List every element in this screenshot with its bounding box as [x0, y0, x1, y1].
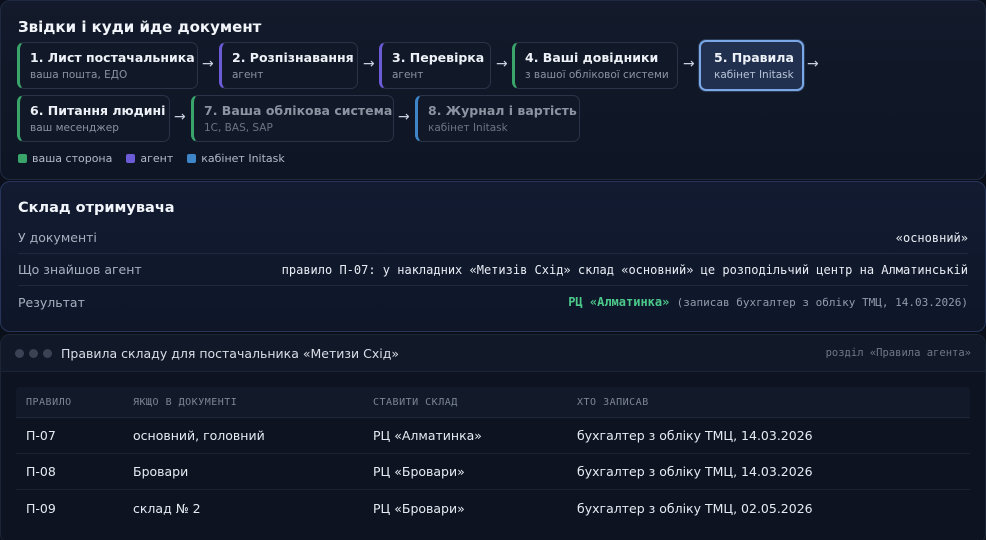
cell-rule-id: П-08: [26, 464, 56, 479]
step-title: 3. Перевірка: [392, 50, 485, 65]
document-flow-panel: Звідки і куди йде документ 1. Лист поста…: [0, 0, 986, 180]
cell-warehouse: РЦ «Бровари»: [373, 500, 465, 516]
column-header-condition: ЯКЩО В ДОКУМЕНТІ: [133, 396, 238, 408]
legend-swatch-purple: [126, 154, 136, 163]
cell-condition: склад № 2: [133, 500, 201, 516]
column-header-author: ХТО ЗАПИСАВ: [577, 396, 649, 408]
legend-swatch-blue: [187, 154, 197, 163]
window-titlebar: Правила складу для постачальника «Метизи…: [1, 335, 985, 372]
legend-label: агент: [140, 152, 174, 165]
section-link[interactable]: розділ «Правила агента»: [826, 347, 971, 359]
cell-condition: основний, головний: [133, 428, 265, 443]
flow-arrow-icon: →: [807, 56, 819, 72]
flow-arrow-icon: →: [398, 109, 410, 125]
flow-step-accounting-system[interactable]: 7. Ваша облікова система 1С, BAS, SAP: [191, 95, 394, 142]
flow-arrow-icon: →: [683, 56, 695, 72]
window-title: Правила складу для постачальника «Метизи…: [61, 346, 399, 361]
step-subtitle: ваш месенджер: [30, 122, 119, 134]
step-title: 8. Журнал і вартість: [428, 103, 577, 118]
field-value: «основний»: [895, 230, 968, 245]
field-label: Що знайшов агент: [18, 262, 142, 277]
window-dot-icon: [43, 349, 52, 358]
step-subtitle: ваша пошта, ЕДО: [30, 69, 128, 81]
step-subtitle: агент: [232, 69, 264, 81]
legend-item-your-side: ваша сторона: [18, 152, 112, 165]
column-header-rule: ПРАВИЛО: [26, 396, 72, 408]
cell-author: бухгалтер з обліку ТМЦ, 14.03.2026: [577, 464, 813, 479]
field-agent-found: Що знайшов агент правило П-07: у накладн…: [18, 254, 968, 286]
cell-condition: Бровари: [133, 464, 189, 479]
flow-step-your-references[interactable]: 4. Ваші довідники з вашої облікової сист…: [512, 42, 678, 89]
step-subtitle: 1С, BAS, SAP: [204, 122, 273, 134]
field-value: правило П-07: у накладних «Метизів Схід»…: [281, 262, 968, 277]
flow-step-recognition[interactable]: 2. Розпізнавання агент: [219, 42, 358, 89]
cell-warehouse: РЦ «Бровари»: [373, 464, 465, 479]
legend-item-agent: агент: [126, 152, 173, 165]
step-subtitle: кабінет Initask: [428, 122, 508, 134]
step-title: 1. Лист постачальника: [30, 50, 195, 65]
step-subtitle: агент: [392, 69, 424, 81]
step-title: 5. Правила: [714, 50, 794, 65]
cell-rule-id: П-09: [26, 500, 56, 516]
flow-legend: ваша сторона агент кабінет Initask: [18, 152, 299, 165]
flow-arrow-icon: →: [174, 109, 186, 125]
step-subtitle: кабінет Initask: [714, 69, 794, 81]
step-title: 6. Питання людині: [30, 103, 166, 118]
cell-author: бухгалтер з обліку ТМЦ, 02.05.2026: [577, 500, 813, 516]
flow-title: Звідки і куди йде документ: [18, 18, 262, 36]
flow-step-check[interactable]: 3. Перевірка агент: [379, 42, 491, 89]
cell-author: бухгалтер з обліку ТМЦ, 14.03.2026: [577, 428, 813, 443]
table-row[interactable]: П-07 основний, головний РЦ «Алматинка» б…: [16, 418, 970, 454]
column-header-warehouse: СТАВИТИ СКЛАД: [373, 396, 458, 408]
window-dot-icon: [29, 349, 38, 358]
flow-arrow-icon: →: [496, 56, 508, 72]
field-label: У документі: [18, 230, 97, 245]
flow-step-rules-active[interactable]: 5. Правила кабінет Initask: [699, 40, 804, 91]
legend-label: ваша сторона: [32, 152, 113, 165]
cell-rule-id: П-07: [26, 428, 56, 443]
field-value: РЦ «Алматинка» (записав бухгалтер з облі…: [568, 295, 968, 309]
table-header: ПРАВИЛО ЯКЩО В ДОКУМЕНТІ СТАВИТИ СКЛАД Х…: [16, 387, 970, 418]
field-result: Результат РЦ «Алматинка» (записав бухгал…: [18, 286, 968, 318]
legend-label: кабінет Initask: [201, 152, 285, 165]
flow-arrow-icon: →: [202, 56, 214, 72]
table-row[interactable]: П-09 склад № 2 РЦ «Бровари» бухгалтер з …: [16, 490, 970, 526]
step-subtitle: з вашої облікової системи: [525, 69, 669, 81]
flow-arrow-icon: →: [363, 56, 375, 72]
legend-swatch-green: [18, 154, 27, 163]
table-row[interactable]: П-08 Бровари РЦ «Бровари» бухгалтер з об…: [16, 454, 970, 490]
field-in-document: У документі «основний»: [18, 222, 968, 254]
legend-item-cabinet: кабінет Initask: [187, 152, 285, 165]
result-note: (записав бухгалтер з обліку ТМЦ, 14.03.2…: [676, 296, 968, 309]
flow-step-journal-cost[interactable]: 8. Журнал і вартість кабінет Initask: [415, 95, 580, 142]
recipient-warehouse-panel: Склад отримувача У документі «основний» …: [0, 181, 986, 332]
cell-warehouse: РЦ «Алматинка»: [373, 428, 482, 443]
window-dot-icon: [15, 349, 24, 358]
rules-table: ПРАВИЛО ЯКЩО В ДОКУМЕНТІ СТАВИТИ СКЛАД Х…: [16, 387, 970, 526]
rules-window: Правила складу для постачальника «Метизи…: [0, 334, 986, 540]
step-title: 2. Розпізнавання: [232, 50, 354, 65]
result-warehouse: РЦ «Алматинка»: [568, 295, 670, 309]
recipient-title: Склад отримувача: [18, 200, 175, 216]
step-title: 4. Ваші довідники: [525, 50, 659, 65]
flow-step-supplier-letter[interactable]: 1. Лист постачальника ваша пошта, ЕДО: [17, 42, 198, 89]
field-label: Результат: [18, 294, 85, 310]
flow-step-question-to-human[interactable]: 6. Питання людині ваш месенджер: [17, 95, 170, 142]
step-title: 7. Ваша облікова система: [204, 103, 393, 118]
